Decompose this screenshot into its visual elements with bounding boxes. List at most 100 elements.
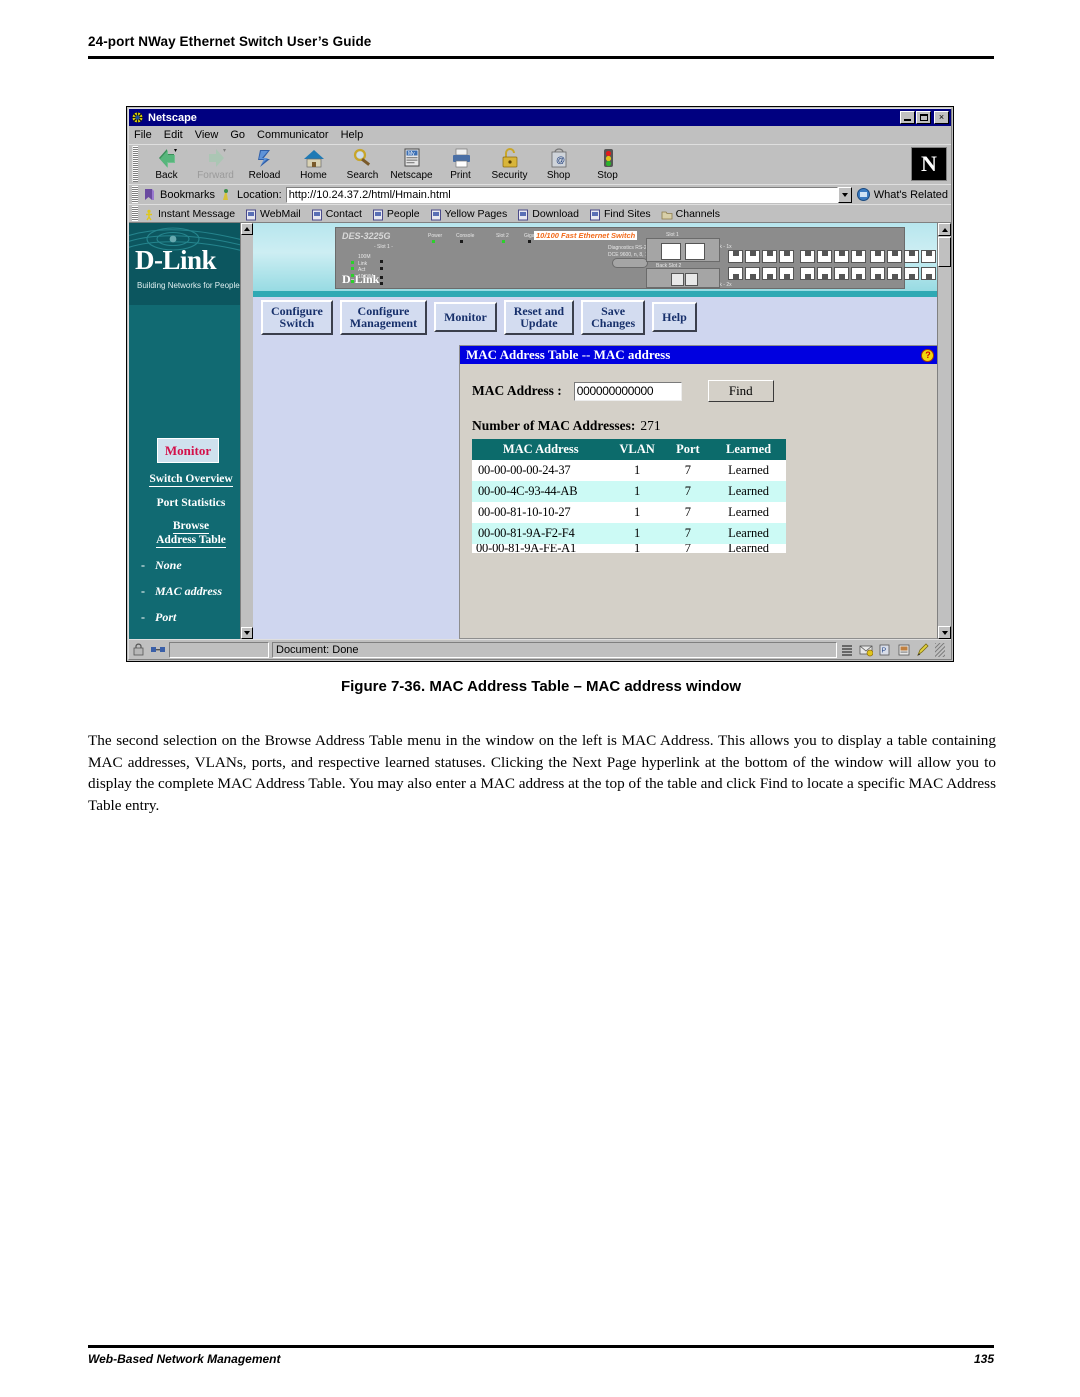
configure-management-button[interactable]: Configure Management bbox=[339, 299, 428, 335]
bookmarks-label[interactable]: Bookmarks bbox=[160, 189, 215, 201]
print-button[interactable]: Print bbox=[436, 145, 485, 181]
webmail-button[interactable]: WebMail bbox=[245, 208, 301, 220]
shop-button[interactable]: @ Shop bbox=[534, 145, 583, 181]
footer-section-label: Web-Based Network Management bbox=[88, 1352, 281, 1366]
network-link-icon[interactable] bbox=[150, 642, 166, 657]
th-learned: Learned bbox=[711, 439, 786, 460]
address-book-icon[interactable] bbox=[897, 643, 911, 657]
scroll-thumb[interactable] bbox=[938, 237, 951, 267]
netscape-logo-letter: N bbox=[921, 151, 937, 176]
toolbar-grip[interactable] bbox=[132, 146, 138, 182]
download-label: Download bbox=[532, 207, 579, 220]
people-button[interactable]: People bbox=[372, 208, 420, 220]
scroll-up-button[interactable] bbox=[241, 223, 253, 235]
netscape-browser-window: Netscape × File Edit View Go Communicato… bbox=[126, 106, 954, 662]
sidebar-dash: - bbox=[141, 558, 145, 572]
sidebar-item-port[interactable]: - Port bbox=[129, 610, 253, 625]
btn-line1: Help bbox=[662, 309, 687, 324]
cell-mac: 00-00-00-00-24-37 bbox=[478, 463, 571, 477]
netscape-button[interactable]: My Netscape bbox=[387, 145, 436, 181]
reset-and-update-button[interactable]: Reset and Update bbox=[503, 299, 575, 335]
page-footer: Web-Based Network Management 135 bbox=[88, 1352, 994, 1366]
yellow-pages-button[interactable]: Yellow Pages bbox=[430, 208, 507, 220]
left-frame-scrollbar[interactable] bbox=[240, 223, 253, 639]
whats-related-label[interactable]: What's Related bbox=[874, 189, 948, 201]
menu-edit[interactable]: Edit bbox=[164, 129, 183, 141]
bookmark-page-icon bbox=[372, 208, 384, 220]
channels-button[interactable]: Channels bbox=[661, 208, 720, 220]
security-button[interactable]: Security bbox=[485, 145, 534, 181]
download-button[interactable]: Download bbox=[517, 208, 579, 220]
menu-go[interactable]: Go bbox=[230, 129, 245, 141]
find-button[interactable]: Find bbox=[707, 380, 774, 402]
help-button[interactable]: Help bbox=[652, 302, 697, 332]
menu-file[interactable]: File bbox=[134, 129, 152, 141]
left-navigation-frame: D-Link Building Networks for People Moni… bbox=[129, 223, 253, 639]
sidebar-item-browse-address-table[interactable]: Browse Address Table bbox=[129, 520, 253, 548]
location-pin-icon bbox=[219, 187, 234, 202]
menu-help[interactable]: Help bbox=[341, 129, 364, 141]
resize-grip[interactable] bbox=[935, 642, 945, 657]
table-row: 00-00-81-9A-FE-A1 1 7 Learned bbox=[472, 544, 786, 553]
maximize-button[interactable] bbox=[916, 111, 931, 124]
table-row: 00-00-00-00-24-37 1 7 Learned bbox=[472, 460, 786, 481]
personal-toolbar: Instant Message WebMail Contact People Y… bbox=[129, 204, 951, 222]
table-row: 00-00-81-10-10-27 1 7 Learned bbox=[472, 502, 786, 523]
scroll-up-button[interactable] bbox=[938, 223, 951, 236]
minimize-button[interactable] bbox=[900, 111, 915, 124]
close-button[interactable]: × bbox=[934, 111, 949, 124]
sidebar-menu: Switch Overview Port Statistics Browse A… bbox=[129, 473, 253, 639]
netscape-logo[interactable]: N bbox=[911, 147, 947, 181]
lock-closed-icon[interactable] bbox=[131, 642, 147, 657]
bookmark-page-icon bbox=[430, 208, 442, 220]
personal-toolbar-grip[interactable] bbox=[132, 206, 138, 221]
instant-message-button[interactable]: Instant Message bbox=[143, 208, 235, 220]
contact-button[interactable]: Contact bbox=[311, 208, 362, 220]
scroll-down-button[interactable] bbox=[241, 627, 253, 639]
monitor-tab-label: Monitor bbox=[164, 442, 212, 458]
url-dropdown-button[interactable] bbox=[837, 186, 852, 203]
forward-label: Forward bbox=[197, 170, 234, 181]
list-icon[interactable] bbox=[840, 643, 854, 657]
cell-vlan: 1 bbox=[633, 463, 641, 477]
reload-button[interactable]: Reload bbox=[240, 145, 289, 181]
stop-button[interactable]: Stop bbox=[583, 145, 632, 181]
sidebar-item-switch-overview[interactable]: Switch Overview bbox=[129, 473, 253, 487]
sidebar-label-mac-address: MAC address bbox=[155, 584, 223, 598]
search-button[interactable]: Search bbox=[338, 145, 387, 181]
composer-icon[interactable] bbox=[916, 642, 930, 657]
find-sites-button[interactable]: Find Sites bbox=[589, 208, 651, 220]
security-label: Security bbox=[491, 170, 528, 181]
url-input[interactable]: http://10.24.37.2/html/Hmain.html bbox=[285, 186, 838, 203]
monitor-tab[interactable]: Monitor bbox=[157, 438, 219, 463]
location-grip[interactable] bbox=[132, 186, 138, 203]
window-controls: × bbox=[900, 111, 949, 124]
sidebar-item-mac-address[interactable]: - MAC address bbox=[129, 584, 253, 599]
sidebar-item-none[interactable]: - None bbox=[129, 558, 253, 573]
cell-vlan: 1 bbox=[633, 544, 641, 553]
monitor-button[interactable]: Monitor bbox=[434, 302, 497, 332]
stop-label: Stop bbox=[597, 170, 618, 181]
save-changes-button[interactable]: Save Changes bbox=[581, 299, 646, 335]
cell-mac: 00-00-81-9A-F2-F4 bbox=[472, 523, 610, 544]
mac-address-input[interactable]: 000000000000 bbox=[573, 381, 682, 401]
sidebar-item-port-statistics[interactable]: Port Statistics bbox=[129, 497, 253, 510]
label-giga: Giga bbox=[524, 233, 535, 239]
back-label: Back bbox=[155, 170, 178, 181]
back-button[interactable]: Back bbox=[142, 145, 191, 181]
menu-communicator[interactable]: Communicator bbox=[257, 129, 329, 141]
mail-icon[interactable] bbox=[859, 643, 874, 657]
home-icon bbox=[301, 147, 327, 169]
scroll-down-button[interactable] bbox=[938, 626, 951, 639]
sidebar-label-port: Port bbox=[155, 610, 177, 624]
content-scrollbar[interactable] bbox=[937, 223, 951, 639]
newsgroup-icon[interactable]: P bbox=[878, 643, 892, 657]
bookmark-page-icon bbox=[311, 208, 323, 220]
menu-view[interactable]: View bbox=[195, 129, 219, 141]
main-nav-button-bar: Configure Switch Configure Management Mo… bbox=[253, 297, 951, 337]
home-button[interactable]: Home bbox=[289, 145, 338, 181]
cell-vlan: 1 bbox=[609, 523, 665, 544]
configure-switch-button[interactable]: Configure Switch bbox=[261, 299, 333, 335]
cell-vlan: 1 bbox=[633, 505, 641, 519]
forward-button[interactable]: Forward bbox=[191, 145, 240, 181]
